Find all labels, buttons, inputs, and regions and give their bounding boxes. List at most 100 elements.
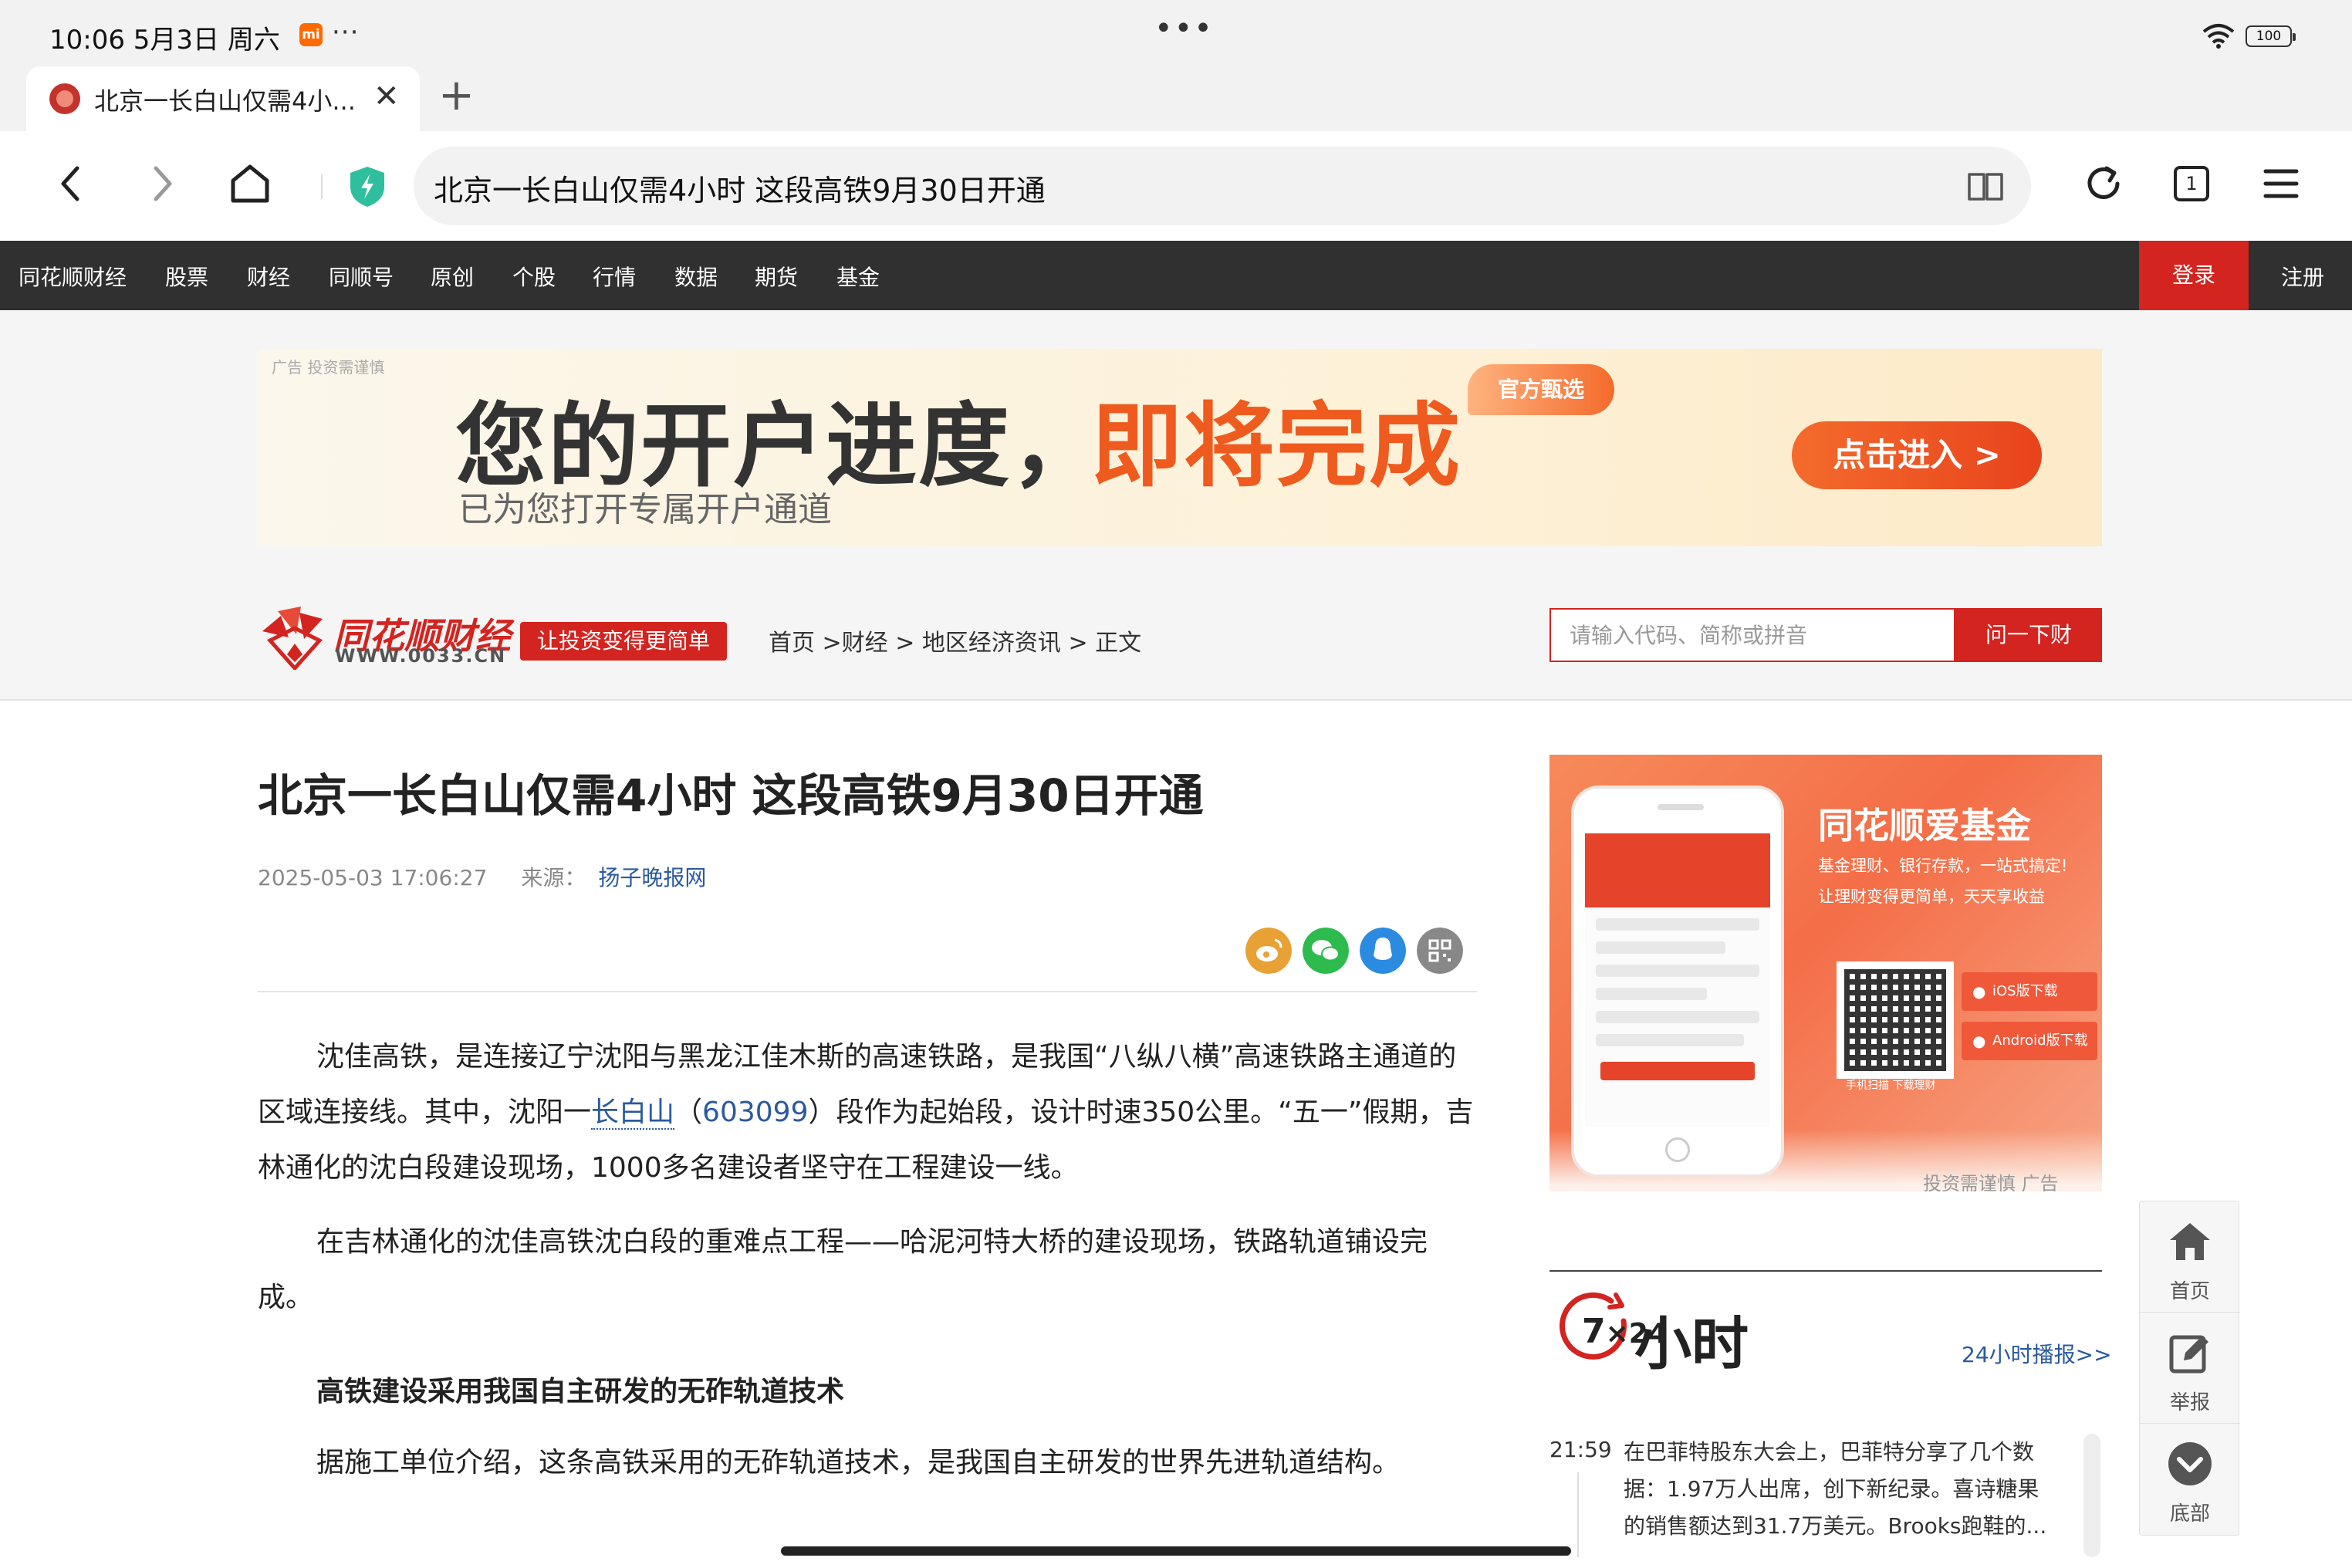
status-bar: 10:06 5月3日 周六 mi ··· ••• 100 (0, 0, 2352, 66)
nav-item-finance[interactable]: 财经 (247, 261, 290, 292)
close-tab-icon[interactable]: ✕ (373, 79, 400, 114)
article-paragraph-1: 沈佳高铁，是连接辽宁沈阳与黑龙江佳木斯的高速铁路，是我国“八纵八横”高速铁路主通… (258, 1029, 1477, 1196)
browser-toolbar: 北京一长白山仅需4小时 这段高铁9月30日开通 1 (0, 131, 2352, 241)
android-download-button[interactable]: ● Android版下载 (1962, 1022, 2097, 1060)
float-bottom-button[interactable]: 底部 (2140, 1424, 2240, 1535)
breadcrumb-current: 正文 (1095, 630, 1142, 657)
ad-note: 投资需谨慎 广告 (1923, 1173, 2059, 1191)
news-item-time: 21:59 (1549, 1437, 1612, 1462)
search-button[interactable]: 问一下财 (1955, 608, 2102, 662)
status-more-icon: ··· (332, 17, 360, 48)
nav-item-funds[interactable]: 基金 (836, 261, 880, 292)
address-text: 北京一长白山仅需4小时 这段高铁9月30日开通 (434, 174, 1046, 208)
article-datetime: 2025-05-03 17:06:27 (258, 865, 488, 890)
nav-item-market[interactable]: 行情 (593, 261, 636, 292)
fund-brand: 同花顺爱基金 (1818, 805, 2031, 847)
fund-tagline-2: 让理财变得更简单，天天享收益 (1818, 887, 2045, 906)
refresh-icon[interactable] (2080, 161, 2127, 207)
news-badge-number: 7 (1582, 1312, 1606, 1351)
float-home-label: 首页 (2169, 1280, 2210, 1303)
chevron-down-icon (2168, 1442, 2212, 1485)
nav-item-futures[interactable]: 期货 (755, 261, 798, 292)
home-icon[interactable] (227, 161, 273, 207)
qq-share-icon[interactable] (1360, 928, 1406, 974)
ios-download-label: iOS版下载 (1992, 983, 2058, 999)
article-title: 北京一长白山仅需4小时 这段高铁9月30日开通 (258, 769, 1204, 822)
weibo-share-icon[interactable] (1245, 928, 1292, 974)
tab-count: 1 (2174, 166, 2209, 201)
ad-subline: 已为您打开专属开户通道 (458, 490, 832, 529)
forward-icon[interactable] (139, 161, 185, 207)
breadcrumb: 首页 >财经 > 地区经济资讯 > 正文 (769, 623, 1141, 657)
float-report-label: 举报 (2169, 1391, 2210, 1414)
status-time: 10:06 5月3日 周六 (49, 25, 280, 56)
multitask-dots-icon[interactable]: ••• (1154, 11, 1214, 46)
mi-notification-icon: mi (299, 23, 323, 46)
back-icon[interactable] (48, 161, 94, 207)
android-icon: ● (1972, 1032, 1986, 1050)
tab-title: 北京一长白山仅需4小... (94, 86, 356, 116)
news-more-link[interactable]: 24小时播报>> (1962, 1338, 2112, 1369)
ad-headline-accent: 即将完成 (1091, 393, 1462, 499)
breadcrumb-regional[interactable]: 地区经济资讯 > (922, 630, 1088, 657)
apple-icon: ● (1972, 982, 1986, 1001)
security-shield-icon[interactable] (347, 165, 387, 208)
news-timeline (1577, 1472, 1579, 1557)
news-item-text[interactable]: 在巴菲特股东大会上，巴菲特分享了几个数据：1.97万人出席，创下新纪录。喜诗糖果… (1624, 1434, 2056, 1545)
browser-tab-active[interactable]: 北京一长白山仅需4小... ✕ (26, 66, 420, 131)
breadcrumb-finance[interactable]: 财经 > (842, 630, 915, 657)
ad-banner[interactable]: 广告 投资需谨慎 您的开户进度， 即将完成 官方甄选 已为您打开专属开户通道 点… (258, 349, 2102, 546)
news-scrollbar[interactable] (2083, 1434, 2100, 1557)
fund-tagline-1: 基金理财、银行存款，一站式搞定! (1818, 857, 2068, 875)
ad-cta-button[interactable]: 点击进入 > (1792, 421, 2042, 489)
nav-item-original[interactable]: 原创 (431, 261, 474, 292)
reader-mode-icon[interactable] (1966, 167, 2005, 205)
wifi-icon (2202, 24, 2235, 49)
article-subheading: 高铁建设采用我国自主研发的无砟轨道技术 (316, 1376, 845, 1407)
battery-icon: 100 (2246, 25, 2296, 47)
phone-mockup (1571, 786, 1784, 1178)
nav-item-home[interactable]: 同花顺财经 (19, 261, 127, 292)
wechat-share-icon[interactable] (1303, 928, 1349, 974)
article-meta: 2025-05-03 17:06:27 来源： 扬子晚报网 (258, 861, 706, 892)
nav-item-tonghuahao[interactable]: 同顺号 (329, 261, 394, 292)
float-home-icon (2170, 1223, 2210, 1260)
site-favicon-icon (49, 83, 80, 114)
nav-item-stocks[interactable]: 股票 (165, 261, 208, 292)
stock-search-input[interactable] (1551, 610, 1954, 661)
qr-caption: 手机扫描 下载理财 (1846, 1080, 1936, 1092)
gesture-bar[interactable] (781, 1546, 1571, 1556)
news-section-title: 小时 (1634, 1311, 1749, 1377)
stock-code-link[interactable]: 603099 (702, 1097, 808, 1128)
source-link[interactable]: 扬子晚报网 (598, 865, 706, 890)
nav-item-individual-stock[interactable]: 个股 (512, 261, 556, 292)
menu-icon[interactable] (2258, 161, 2304, 207)
article-paragraph-3: 据施工单位介绍，这条高铁采用的无砟轨道技术，是我国自主研发的世界先进轨道结构。 (316, 1447, 1401, 1478)
stock-link-changbaishan[interactable]: 长白山 (591, 1097, 675, 1130)
float-report-button[interactable]: 举报 (2140, 1313, 2240, 1424)
paragraph-text: （ (674, 1097, 703, 1128)
download-qr-code (1837, 961, 1954, 1079)
android-download-label: Android版下载 (1992, 1032, 2088, 1049)
article-paragraph-2: 在吉林通化的沈佳高铁沈白段的重难点工程——哈泥河特大桥的建设现场，铁路轨道铺设完… (258, 1226, 1428, 1313)
qrcode-share-icon[interactable] (1417, 928, 1463, 974)
tonghuashun-logo-icon[interactable] (258, 605, 332, 670)
login-button[interactable]: 登录 (2139, 241, 2249, 310)
tab-count-button[interactable]: 1 (2168, 161, 2215, 207)
float-home-button[interactable]: 首页 (2140, 1201, 2240, 1313)
edit-report-icon (2169, 1335, 2208, 1374)
stock-search-box (1549, 608, 1955, 662)
site-nav-bar: 同花顺财经 股票 财经 同顺号 原创 个股 行情 数据 期货 基金 登录 注册 (0, 241, 2352, 310)
nav-item-data[interactable]: 数据 (674, 261, 718, 292)
floating-toolbox: 首页 举报 底部 (2139, 1201, 2240, 1536)
news-section-rule (1549, 1270, 2102, 1272)
breadcrumb-home[interactable]: 首页 > (769, 630, 842, 657)
new-tab-icon[interactable]: + (438, 71, 475, 120)
address-bar[interactable]: 北京一长白山仅需4小时 这段高铁9月30日开通 (414, 147, 2031, 225)
logo-url: WWW.0033.CN (335, 645, 507, 667)
ad-badge: 官方甄选 (1468, 364, 1614, 415)
ios-download-button[interactable]: ● iOS版下载 (1962, 972, 2097, 1011)
fund-app-ad[interactable]: 同花顺爱基金 基金理财、银行存款，一站式搞定! 让理财变得更简单，天天享收益 手… (1549, 755, 2102, 1191)
source-label: 来源： (521, 865, 586, 890)
register-link[interactable]: 注册 (2281, 261, 2324, 292)
